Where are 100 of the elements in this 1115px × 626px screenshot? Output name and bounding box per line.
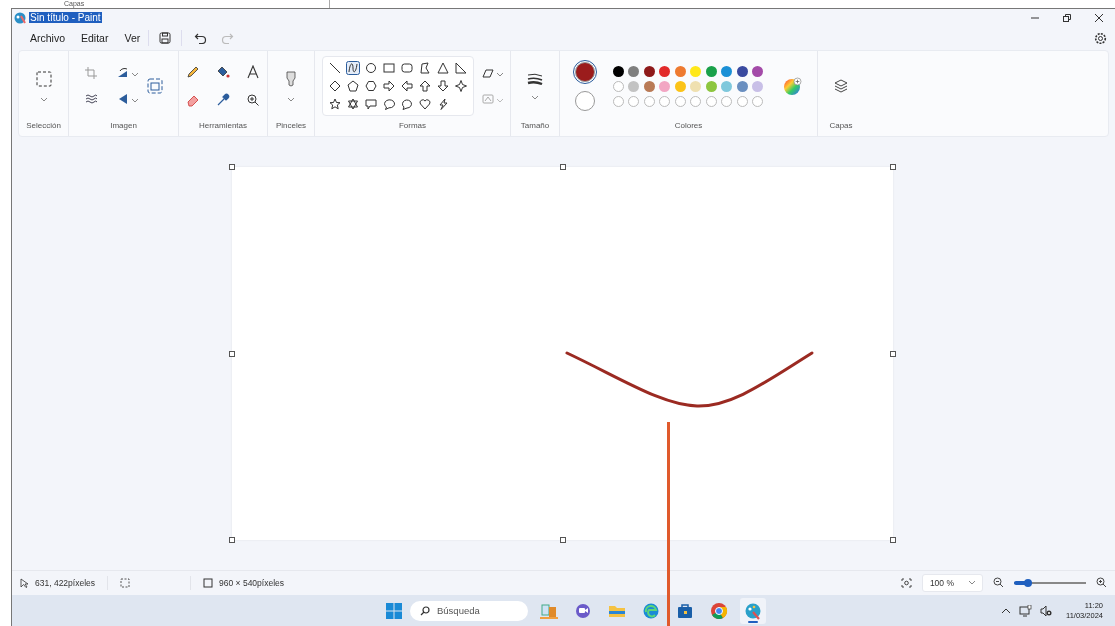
network-icon[interactable] [1019,604,1032,617]
caret-icon [968,580,976,585]
empty-color-slot[interactable] [628,95,640,107]
color-swatch[interactable] [752,80,764,92]
color-swatch[interactable] [705,65,717,77]
canvas-size-icon [203,577,214,588]
layers-icon[interactable] [834,79,848,93]
line-size-icon[interactable] [527,72,543,85]
magnifier-icon[interactable] [246,93,260,107]
pencil-icon[interactable] [186,65,200,79]
zoom-out-icon[interactable] [993,577,1004,588]
color-swatch[interactable] [721,80,733,92]
resize-handle[interactable] [890,537,896,543]
color-swatch[interactable] [628,80,640,92]
outline-icon[interactable] [481,67,504,79]
zoom-in-icon[interactable] [1096,577,1107,588]
empty-color-slot[interactable] [752,95,764,107]
settings-icon[interactable] [1094,31,1107,45]
taskbar-app[interactable] [740,597,766,624]
menu-item[interactable]: Archivo [22,28,73,48]
color-swatch[interactable] [674,80,686,92]
resize-handle[interactable] [559,164,566,170]
resize-handle[interactable] [890,350,896,357]
line-shape-icon[interactable] [327,61,342,75]
diamond-shape-icon[interactable] [327,79,342,93]
star6-shape-icon[interactable] [345,97,360,111]
eraser-icon[interactable] [186,93,200,107]
empty-color-slot[interactable] [690,95,702,107]
color-swatch[interactable] [628,65,640,77]
color-swatch[interactable] [736,65,748,77]
resize-handle[interactable] [229,164,235,170]
primary-color[interactable] [574,61,595,82]
fill-bucket-icon[interactable] [216,65,230,79]
paint-app-icon [744,601,762,620]
fit-to-window-icon[interactable] [900,577,912,588]
color-swatch[interactable] [705,80,717,92]
arrowleft-shape-icon[interactable] [399,79,414,93]
save-icon[interactable] [159,32,172,44]
store-icon [676,601,694,620]
empty-color-slot[interactable] [721,95,733,107]
curve-shape-icon[interactable] [345,61,360,75]
arrowup-shape-icon[interactable] [417,79,432,93]
calloutrect-shape-icon[interactable] [363,97,378,111]
oval-shape-icon[interactable] [363,61,378,75]
color-swatch[interactable] [690,65,702,77]
color-swatch[interactable] [643,80,655,92]
color-swatch[interactable] [752,65,764,77]
close-icon[interactable] [1094,12,1104,23]
selection-icon[interactable] [35,70,52,87]
color-swatch[interactable] [659,65,671,77]
righttriangle-shape-icon[interactable] [453,61,468,75]
search-field[interactable]: Búsqueda [410,600,528,621]
arrowright-shape-icon[interactable] [381,79,396,93]
start-icon[interactable] [386,602,402,619]
chevron-up-icon[interactable] [1001,607,1011,614]
empty-color-slot[interactable] [612,95,624,107]
arrowdown-shape-icon[interactable] [435,79,450,93]
menu-item[interactable]: Editar [73,28,117,48]
zoom-dropdown[interactable]: 100 % [921,573,983,592]
color-swatch[interactable] [659,80,671,92]
calloutoval-shape-icon[interactable] [381,97,396,111]
empty-color-slot[interactable] [736,95,748,107]
menu-item[interactable]: Ver [116,28,149,48]
resize-handle[interactable] [229,350,235,357]
calloutcloud-shape-icon[interactable] [399,97,414,111]
restore-icon[interactable] [1062,12,1072,23]
text-icon[interactable] [246,65,260,79]
browser-icon [642,601,660,620]
empty-color-slot[interactable] [659,95,671,107]
color-swatch[interactable] [612,65,624,77]
color-swatch[interactable] [643,65,655,77]
star4-shape-icon[interactable] [453,79,468,93]
color-swatch[interactable] [674,65,686,77]
star5-shape-icon[interactable] [327,97,342,111]
slider-thumb[interactable] [1024,578,1033,587]
heart-shape-icon[interactable] [417,97,432,111]
resize-icon[interactable] [146,78,163,94]
color-swatch[interactable] [736,80,748,92]
resize-handle[interactable] [559,537,566,543]
pentagon-shape-icon[interactable] [345,79,360,93]
color-picker-icon[interactable] [216,93,230,107]
color-swatch[interactable] [721,65,733,77]
speaker-muted-icon[interactable] [1040,604,1052,617]
empty-color-slot[interactable] [674,95,686,107]
triangle-shape-icon[interactable] [435,61,450,75]
rotate-icon[interactable] [116,67,139,79]
roundrect-shape-icon[interactable] [399,61,414,75]
empty-color-slot[interactable] [643,95,655,107]
zoom-slider[interactable] [1014,581,1086,584]
resize-handle[interactable] [890,164,896,170]
color-swatch[interactable] [612,80,624,92]
empty-color-slot[interactable] [705,95,717,107]
secondary-color[interactable] [574,90,595,111]
resize-handle[interactable] [229,537,235,543]
brush-icon[interactable] [285,70,297,87]
color-swatch[interactable] [690,80,702,92]
undo-icon[interactable] [194,32,208,44]
hexagon-shape-icon[interactable] [363,79,378,93]
polygon-shape-icon[interactable] [417,61,432,75]
color-wheel-icon[interactable] [783,76,803,96]
